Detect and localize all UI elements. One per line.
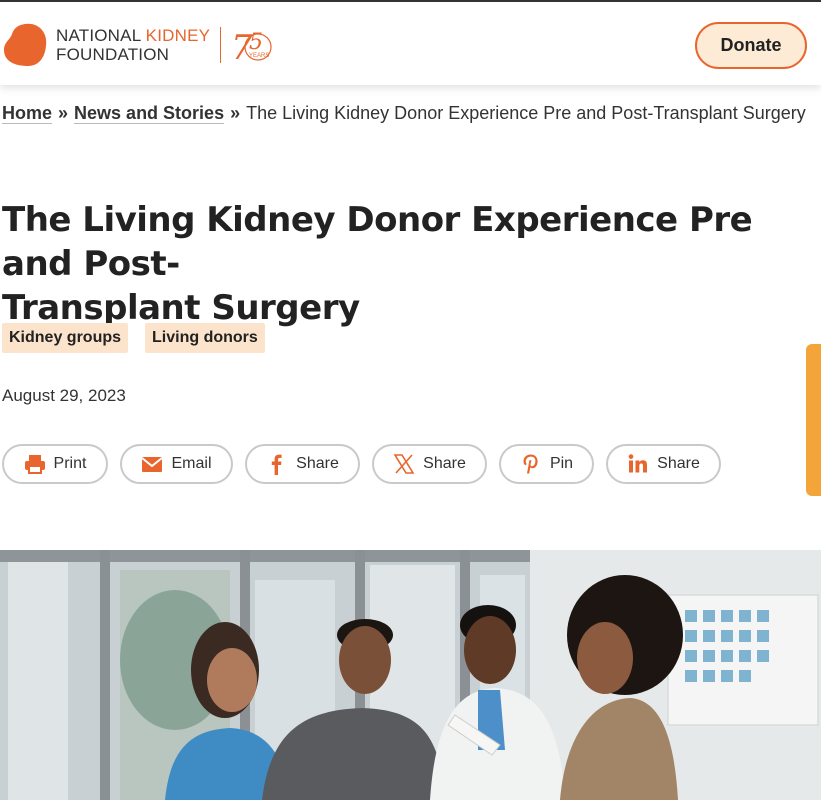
publish-date: August 29, 2023 <box>2 386 126 405</box>
facebook-share-button[interactable]: Share <box>245 444 360 484</box>
tag-living-donors[interactable]: Living donors <box>145 323 265 353</box>
logo-wordmark: NATIONAL KIDNEY FOUNDATION <box>56 26 211 64</box>
x-share-button[interactable]: Share <box>372 444 487 484</box>
pinterest-pin-button[interactable]: Pin <box>499 444 594 484</box>
logo-divider <box>220 27 222 63</box>
page-title: The Living Kidney Donor Experience Pre a… <box>2 200 753 328</box>
share-bar: Print Email Share Share Pin Share <box>2 444 721 484</box>
tag-kidney-groups[interactable]: Kidney groups <box>2 323 129 353</box>
breadcrumb-separator: » <box>58 103 69 123</box>
donate-button[interactable]: Donate <box>695 22 807 69</box>
linkedin-icon <box>628 454 648 473</box>
anniversary-75-icon: 7 5 YEARS <box>231 28 272 65</box>
hero-image <box>0 550 821 800</box>
print-button[interactable]: Print <box>2 444 108 484</box>
email-icon <box>141 457 164 472</box>
site-header: NATIONAL KIDNEY FOUNDATION 7 5 YEARS Don… <box>0 0 821 85</box>
breadcrumb-separator: » <box>230 103 241 123</box>
breadcrumb: Home» News and Stories» The Living Kidney … <box>2 103 821 124</box>
hero-photo <box>0 550 821 800</box>
breadcrumb-news-link[interactable]: News and Stories <box>74 103 225 124</box>
linkedin-share-button[interactable]: Share <box>606 444 721 484</box>
x-icon <box>393 454 415 474</box>
email-button[interactable]: Email <box>120 444 233 484</box>
breadcrumb-home-link[interactable]: Home <box>2 103 53 124</box>
print-icon <box>24 455 45 474</box>
feedback-side-tab[interactable] <box>806 344 821 496</box>
pinterest-icon <box>523 454 538 474</box>
tag-list: Kidney groups Living donors <box>2 323 265 353</box>
kidney-logo-icon <box>4 23 47 66</box>
facebook-icon <box>271 454 282 475</box>
nkf-logo[interactable]: NATIONAL KIDNEY FOUNDATION 7 5 YEARS <box>2 20 279 70</box>
breadcrumb-current: The Living Kidney Donor Experience Pre a… <box>246 103 806 123</box>
